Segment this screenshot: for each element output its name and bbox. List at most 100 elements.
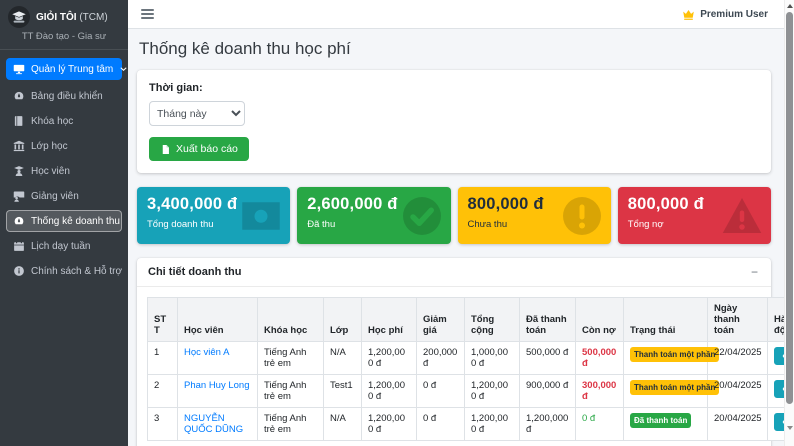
brand-title: GIỎI TÔI (TCM) [36, 12, 108, 23]
revenue-table-body: 1Học viên ATiếng Anh trẻ emN/A1,200,000 … [148, 342, 785, 441]
export-report-button[interactable]: Xuất báo cáo [149, 137, 249, 161]
page-scrollbar[interactable] [784, 0, 794, 446]
student-link[interactable]: NGUYỄN QUỐC DŨNG [184, 413, 243, 435]
cell-debt: 500,000 đ [576, 342, 624, 375]
stat-card-da-thu: 2,600,000 đĐã thu [297, 187, 450, 244]
cell-stt: 2 [148, 375, 178, 408]
stat-card-chua-thu: 800,000 đChưa thu [458, 187, 611, 244]
status-badge: Đã thanh toán [630, 413, 691, 428]
cell-discount: 0 đ [417, 408, 465, 441]
stat-card-tong-doanh-thu: 3,400,000 đTổng doanh thu [137, 187, 290, 244]
cell-debt: 0 đ [576, 408, 624, 441]
cell-course: Tiếng Anh trẻ em [258, 342, 324, 375]
sidebar-item-hoc-vien[interactable]: Học viên [6, 160, 122, 182]
stats-row: 3,400,000 đTổng doanh thu2,600,000 đĐã t… [137, 187, 771, 244]
cell-student: Phan Huy Long [178, 375, 258, 408]
premium-user-label: Premium User [700, 9, 768, 20]
status-badge: Thanh toán một phần [630, 347, 719, 362]
sidebar: GIỎI TÔI (TCM) TT Đào tạo - Gia sư Quản … [0, 0, 128, 446]
column-header: Khóa học [258, 298, 324, 342]
sidebar-item-khoa-hoc[interactable]: Khóa học [6, 110, 122, 132]
desktop-icon [13, 63, 25, 75]
sidebar-menu: Quản lý Trung tâm Bảng điều khiển Khóa học… [0, 50, 128, 290]
money-icon [241, 196, 281, 236]
brand-subtitle: TT Đào tạo - Gia sư [8, 31, 120, 42]
cell-fee: 1,200,000 đ [362, 342, 417, 375]
sidebar-item-thong-ke-doanh-thu[interactable]: Thống kê doanh thu [6, 210, 122, 232]
sidebar-item-label: Khóa học [31, 116, 73, 127]
sidebar-item-label: Quản lý Trung tâm [31, 64, 113, 75]
cell-action [768, 408, 785, 441]
sidebar-item-lop-hoc[interactable]: Lớp học [6, 135, 122, 157]
cell-student: NGUYỄN QUỐC DŨNG [178, 408, 258, 441]
sidebar-item-lich-day-tuan[interactable]: Lịch dạy tuần [6, 235, 122, 257]
revenue-table-head: STTHọc viênKhóa họcLớpHọc phíGiảm giáTổn… [148, 298, 785, 342]
scrollbar-thumb[interactable] [786, 12, 793, 404]
chart-icon [13, 215, 25, 227]
cell-paid: 900,000 đ [520, 375, 576, 408]
app-window: GIỎI TÔI (TCM) TT Đào tạo - Gia sư Quản … [0, 0, 794, 446]
time-filter-select[interactable]: Tháng này [149, 101, 245, 126]
scroll-up-icon[interactable] [785, 1, 794, 11]
student-link[interactable]: Phan Huy Long [184, 380, 250, 391]
cell-discount: 0 đ [417, 375, 465, 408]
sidebar-item-label: Thống kê doanh thu [31, 216, 120, 227]
cell-class: Test1 [324, 375, 362, 408]
teacher-icon [13, 190, 25, 202]
cell-paid: 1,200,000 đ [520, 408, 576, 441]
column-header: Hành động [768, 298, 785, 342]
view-button[interactable] [774, 380, 784, 398]
view-button[interactable] [774, 347, 784, 365]
cell-fee: 1,200,000 đ [362, 408, 417, 441]
status-badge: Thanh toán một phần [630, 380, 719, 395]
sidebar-item-label: Bảng điều khiển [31, 91, 103, 102]
menu-toggle-button[interactable] [139, 6, 156, 22]
crown-icon [682, 8, 695, 21]
table-row: 1Học viên ATiếng Anh trẻ emN/A1,200,000 … [148, 342, 785, 375]
collapse-button[interactable]: − [749, 266, 760, 278]
student-icon [13, 165, 25, 177]
column-header: Giảm giá [417, 298, 465, 342]
column-header: Tổng cộng [465, 298, 520, 342]
revenue-detail-card-body: STTHọc viênKhóa họcLớpHọc phíGiảm giáTổn… [137, 287, 771, 446]
sidebar-item-chinh-sach-ho-tro[interactable]: Chính sách & Hỗ trợ [6, 260, 122, 282]
school-icon [13, 140, 25, 152]
student-link[interactable]: Học viên A [184, 347, 229, 358]
cell-stt: 1 [148, 342, 178, 375]
check-circle-icon [402, 196, 442, 236]
sidebar-item-giang-vien[interactable]: Giảng viên [6, 185, 122, 207]
table-row: 2Phan Huy LongTiếng Anh trẻ emTest11,200… [148, 375, 785, 408]
view-button[interactable] [774, 413, 784, 431]
sidebar-item-label: Giảng viên [31, 191, 79, 202]
filter-card: Thời gian: Tháng này Xuất báo cáo [137, 70, 771, 173]
topbar: Premium User [128, 0, 784, 29]
warning-triangle-icon [722, 196, 762, 236]
brand-logo-graduation-cap-icon [8, 6, 30, 28]
sidebar-item-label: Lịch dạy tuần [31, 241, 91, 252]
minus-icon: − [751, 265, 758, 279]
main-content: Thống kê doanh thu học phí Thời gian: Th… [128, 29, 784, 446]
exclamation-circle-icon [562, 196, 602, 236]
sidebar-item-label: Chính sách & Hỗ trợ [31, 266, 122, 277]
calendar-icon [13, 240, 25, 252]
column-header: Lớp [324, 298, 362, 342]
cell-total: 1,200,000 đ [465, 408, 520, 441]
sidebar-item-label: Lớp học [31, 141, 68, 152]
revenue-detail-title: Chi tiết doanh thu [148, 266, 241, 278]
brand: GIỎI TÔI (TCM) TT Đào tạo - Gia sư [0, 0, 128, 50]
column-header: Đã thanh toán [520, 298, 576, 342]
page-title: Thống kê doanh thu học phí [139, 39, 771, 59]
cell-stt: 3 [148, 408, 178, 441]
revenue-detail-card-header: Chi tiết doanh thu − [137, 258, 771, 287]
column-header: Học viên [178, 298, 258, 342]
cell-status: Thanh toán một phần [624, 342, 708, 375]
export-report-label: Xuất báo cáo [176, 143, 238, 155]
book-icon [13, 115, 25, 127]
cell-class: N/A [324, 408, 362, 441]
sidebar-item-bang-dieu-khien[interactable]: Bảng điều khiển [6, 85, 122, 107]
scroll-down-icon[interactable] [785, 423, 794, 433]
dashboard-icon [13, 90, 25, 102]
cell-action [768, 342, 785, 375]
sidebar-item-quan-ly-trung-tam[interactable]: Quản lý Trung tâm [6, 58, 122, 80]
sidebar-item-label: Học viên [31, 166, 70, 177]
